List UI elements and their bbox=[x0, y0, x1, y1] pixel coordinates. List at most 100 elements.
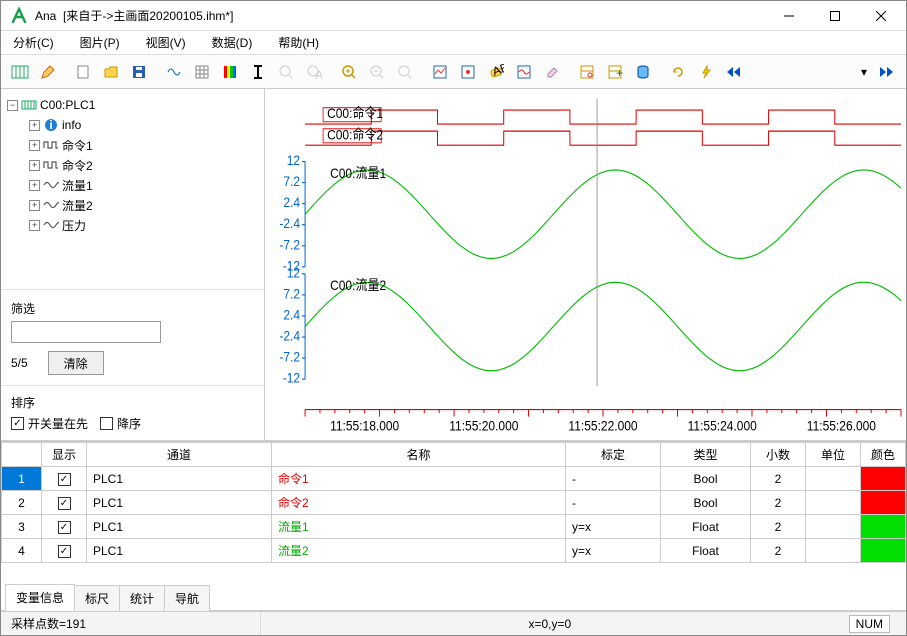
th-color[interactable]: 颜色 bbox=[861, 443, 906, 467]
tool-zoom1-icon[interactable] bbox=[273, 59, 299, 85]
cell-unit[interactable] bbox=[806, 539, 861, 563]
cell-show[interactable]: ✓ bbox=[42, 539, 87, 563]
tool-open-icon[interactable] bbox=[98, 59, 124, 85]
th-name[interactable]: 名称 bbox=[272, 443, 566, 467]
tool-grid-icon[interactable] bbox=[189, 59, 215, 85]
menu-data[interactable]: 数据(D) bbox=[208, 32, 257, 53]
tree-item[interactable]: +压力 bbox=[7, 215, 258, 235]
tree-item[interactable]: +命令1 bbox=[7, 135, 258, 155]
cell-cal[interactable]: - bbox=[566, 467, 661, 491]
tree-item[interactable]: +流量2 bbox=[7, 195, 258, 215]
expand-icon[interactable]: + bbox=[29, 200, 40, 211]
cell-dec[interactable]: 2 bbox=[751, 515, 806, 539]
tool-columns-icon[interactable] bbox=[7, 59, 33, 85]
cell-name[interactable]: 命令1 bbox=[272, 467, 566, 491]
row-num[interactable]: 1 bbox=[2, 467, 42, 491]
cell-color[interactable] bbox=[861, 539, 906, 563]
cell-name[interactable]: 命令2 bbox=[272, 491, 566, 515]
chart-area[interactable]: C00:命令1C00:命令2-12-7.2-2.42.47.212C00:流量1… bbox=[265, 89, 906, 440]
cell-unit[interactable] bbox=[806, 467, 861, 491]
table-row[interactable]: 3✓PLC1流量1y=xFloat2 bbox=[2, 515, 906, 539]
row-num[interactable]: 2 bbox=[2, 491, 42, 515]
table-row[interactable]: 4✓PLC1流量2y=xFloat2 bbox=[2, 539, 906, 563]
tool-new-icon[interactable] bbox=[70, 59, 96, 85]
tool-chart1-icon[interactable] bbox=[427, 59, 453, 85]
tab-ruler[interactable]: 标尺 bbox=[74, 585, 120, 611]
cell-dec[interactable]: 2 bbox=[751, 491, 806, 515]
menu-view[interactable]: 视图(V) bbox=[142, 32, 190, 53]
tool-forward-icon[interactable] bbox=[874, 59, 900, 85]
th-dec[interactable]: 小数 bbox=[751, 443, 806, 467]
tool-panel1-icon[interactable] bbox=[574, 59, 600, 85]
th-type[interactable]: 类型 bbox=[661, 443, 751, 467]
menu-help[interactable]: 帮助(H) bbox=[274, 32, 323, 53]
cell-type[interactable]: Float bbox=[661, 539, 751, 563]
close-button[interactable] bbox=[858, 1, 904, 30]
tool-colors-icon[interactable] bbox=[217, 59, 243, 85]
expand-icon[interactable]: + bbox=[29, 160, 40, 171]
tab-var-info[interactable]: 变量信息 bbox=[5, 584, 75, 611]
cell-channel[interactable]: PLC1 bbox=[87, 467, 272, 491]
tool-zoomreset-icon[interactable] bbox=[392, 59, 418, 85]
tab-nav[interactable]: 导航 bbox=[164, 585, 210, 611]
clear-button[interactable]: 清除 bbox=[48, 351, 104, 375]
cell-show[interactable]: ✓ bbox=[42, 491, 87, 515]
tool-refresh-icon[interactable] bbox=[665, 59, 691, 85]
th-channel[interactable]: 通道 bbox=[87, 443, 272, 467]
sort-switch-first[interactable]: ✓开关量在先 bbox=[11, 415, 88, 432]
th-unit[interactable]: 单位 bbox=[806, 443, 861, 467]
tool-db-icon[interactable] bbox=[630, 59, 656, 85]
th-cal[interactable]: 标定 bbox=[566, 443, 661, 467]
table-row[interactable]: 2✓PLC1命令2-Bool2 bbox=[2, 491, 906, 515]
tool-cursor-icon[interactable] bbox=[245, 59, 271, 85]
tree-root[interactable]: − C00:PLC1 bbox=[7, 95, 258, 115]
expand-icon[interactable]: + bbox=[29, 220, 40, 231]
tool-wave-icon[interactable] bbox=[161, 59, 187, 85]
cell-type[interactable]: Bool bbox=[661, 467, 751, 491]
cell-cal[interactable]: y=x bbox=[566, 539, 661, 563]
menu-analysis[interactable]: 分析(C) bbox=[9, 32, 58, 53]
menu-image[interactable]: 图片(P) bbox=[76, 32, 124, 53]
cell-name[interactable]: 流量1 bbox=[272, 515, 566, 539]
cell-color[interactable] bbox=[861, 491, 906, 515]
tool-zoomin-icon[interactable] bbox=[336, 59, 362, 85]
table-row[interactable]: 1✓PLC1命令1-Bool2 bbox=[2, 467, 906, 491]
tool-rewind-icon[interactable] bbox=[721, 59, 747, 85]
th-show[interactable]: 显示 bbox=[42, 443, 87, 467]
tool-zoom-all-icon[interactable]: ALL bbox=[301, 59, 327, 85]
cell-color[interactable] bbox=[861, 467, 906, 491]
tool-panel2-icon[interactable]: + bbox=[602, 59, 628, 85]
tree-view[interactable]: − C00:PLC1 +iinfo+命令1+命令2+流量1+流量2+压力 bbox=[1, 89, 264, 289]
cell-cal[interactable]: y=x bbox=[566, 515, 661, 539]
th-num[interactable] bbox=[2, 443, 42, 467]
cell-name[interactable]: 流量2 bbox=[272, 539, 566, 563]
cell-show[interactable]: ✓ bbox=[42, 467, 87, 491]
maximize-button[interactable] bbox=[812, 1, 858, 30]
expand-icon[interactable]: + bbox=[29, 140, 40, 151]
row-num[interactable]: 3 bbox=[2, 515, 42, 539]
cell-type[interactable]: Bool bbox=[661, 491, 751, 515]
row-num[interactable]: 4 bbox=[2, 539, 42, 563]
cell-unit[interactable] bbox=[806, 491, 861, 515]
table-wrap[interactable]: 显示 通道 名称 标定 类型 小数 单位 颜色 1✓PLC1命令1-Bool22… bbox=[1, 441, 906, 584]
cell-cal[interactable]: - bbox=[566, 491, 661, 515]
minimize-button[interactable] bbox=[766, 1, 812, 30]
cell-type[interactable]: Float bbox=[661, 515, 751, 539]
expand-icon[interactable]: + bbox=[29, 120, 40, 131]
cell-color[interactable] bbox=[861, 515, 906, 539]
cell-channel[interactable]: PLC1 bbox=[87, 539, 272, 563]
tool-zoomout-icon[interactable] bbox=[364, 59, 390, 85]
cell-channel[interactable]: PLC1 bbox=[87, 515, 272, 539]
filter-input[interactable] bbox=[11, 321, 161, 343]
collapse-icon[interactable]: − bbox=[7, 100, 18, 111]
tree-item[interactable]: +流量1 bbox=[7, 175, 258, 195]
tool-lightning-icon[interactable] bbox=[693, 59, 719, 85]
tree-item[interactable]: +命令2 bbox=[7, 155, 258, 175]
expand-icon[interactable]: + bbox=[29, 180, 40, 191]
cell-channel[interactable]: PLC1 bbox=[87, 491, 272, 515]
tree-item[interactable]: +iinfo bbox=[7, 115, 258, 135]
cell-show[interactable]: ✓ bbox=[42, 515, 87, 539]
tool-save-icon[interactable] bbox=[126, 59, 152, 85]
tool-chart2-icon[interactable] bbox=[455, 59, 481, 85]
tool-chart3-icon[interactable] bbox=[511, 59, 537, 85]
